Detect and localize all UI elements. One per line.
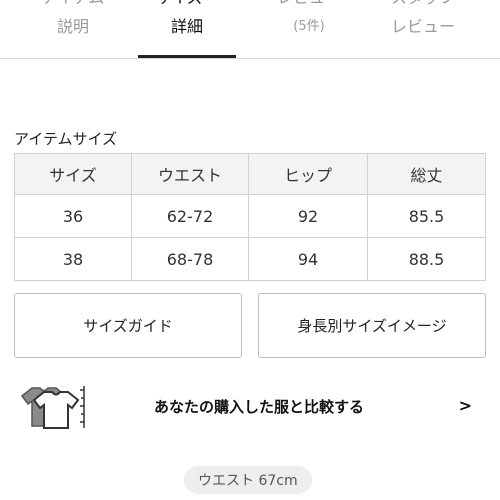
tab-bar: アイテム 説明 サイズ・ 詳細 レビュー (5件) スタッフ レビュー bbox=[0, 0, 500, 58]
size-table-cell: 38 bbox=[14, 237, 132, 281]
size-table: サイズ ウエスト ヒップ 総丈 36 62-72 92 85.5 38 68-7… bbox=[14, 153, 486, 281]
waist-measure-chip[interactable]: ウエスト 67cm bbox=[184, 466, 312, 494]
compare-purchased-label: あなたの購入した服と比較する bbox=[154, 398, 365, 416]
size-table-cell: 92 bbox=[248, 194, 368, 238]
tab-item-description-line2: 説明 bbox=[56, 17, 89, 36]
compare-purchased-link[interactable]: あなたの購入した服と比較する > bbox=[14, 374, 486, 440]
tab-staff-reviews-line1: スタッフ bbox=[364, 0, 482, 8]
chevron-right-icon: > bbox=[458, 396, 472, 415]
size-table-cell: 85.5 bbox=[367, 194, 486, 238]
tab-size-details[interactable]: サイズ・ 詳細 bbox=[128, 0, 246, 58]
tab-reviews-line2: (5件) bbox=[293, 19, 325, 34]
height-size-image-button[interactable]: 身長別サイズイメージ bbox=[258, 293, 486, 358]
size-table-header: 総丈 bbox=[367, 153, 486, 195]
table-row: 36 62-72 92 85.5 bbox=[14, 194, 486, 238]
tab-item-description-line1: アイテム bbox=[14, 0, 132, 8]
size-table-cell: 88.5 bbox=[367, 237, 486, 281]
size-section-title: アイテムサイズ bbox=[14, 130, 118, 148]
tab-item-description[interactable]: アイテム 説明 bbox=[14, 0, 132, 58]
size-table-cell: 62-72 bbox=[131, 194, 249, 238]
tab-size-details-line1: サイズ・ bbox=[128, 0, 246, 8]
tab-staff-reviews[interactable]: スタッフ レビュー bbox=[364, 0, 482, 58]
size-table-cell: 94 bbox=[248, 237, 368, 281]
tab-reviews-line1: レビュー bbox=[250, 0, 368, 8]
tshirt-compare-icon bbox=[20, 386, 85, 429]
tab-staff-reviews-line2: レビュー bbox=[390, 17, 455, 36]
size-table-header-row: サイズ ウエスト ヒップ 総丈 bbox=[14, 153, 486, 195]
table-row: 38 68-78 94 88.5 bbox=[14, 237, 486, 281]
size-table-cell: 68-78 bbox=[131, 237, 249, 281]
size-guide-button[interactable]: サイズガイド bbox=[14, 293, 242, 358]
size-table-header: サイズ bbox=[14, 153, 132, 195]
size-table-cell: 36 bbox=[14, 194, 132, 238]
tab-bar-divider bbox=[0, 58, 500, 59]
size-table-header: ヒップ bbox=[248, 153, 368, 195]
tab-reviews[interactable]: レビュー (5件) bbox=[250, 0, 368, 58]
tab-size-details-line2: 詳細 bbox=[170, 17, 203, 36]
size-table-header: ウエスト bbox=[131, 153, 249, 195]
